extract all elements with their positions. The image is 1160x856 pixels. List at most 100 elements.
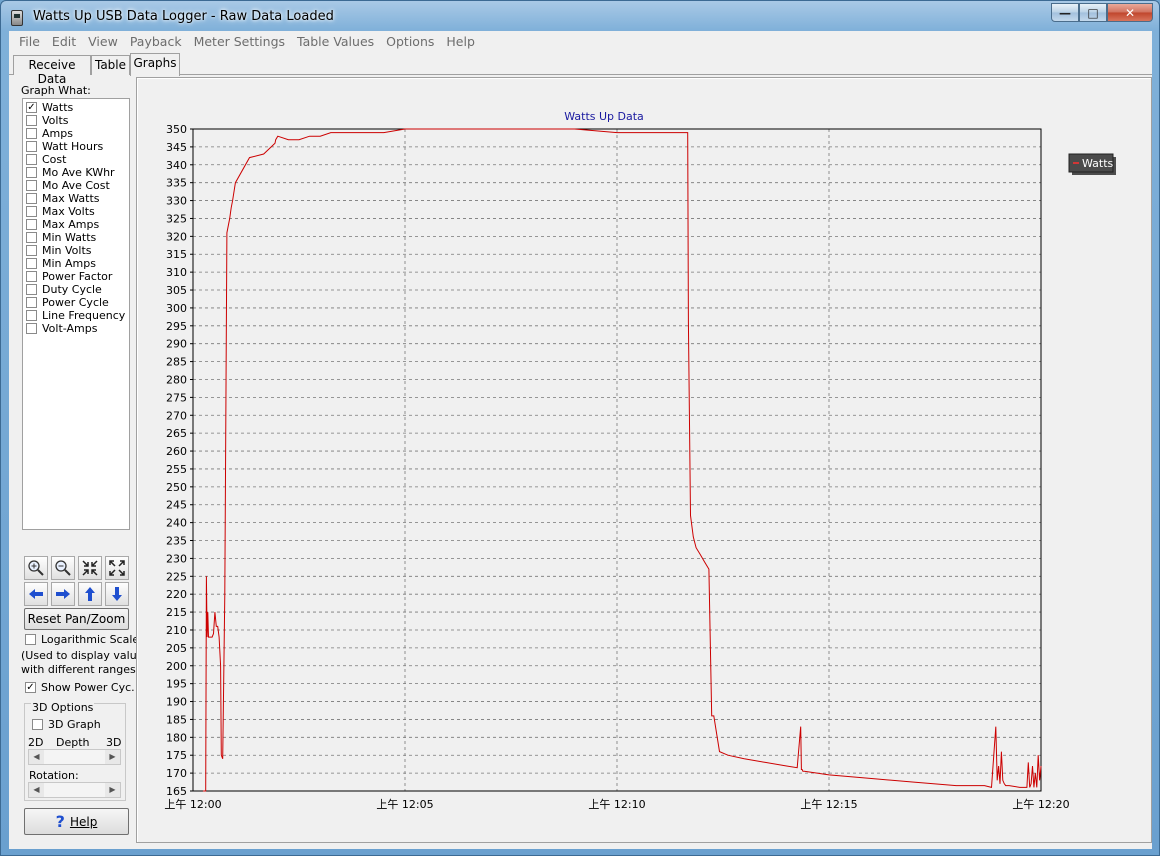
menu-meter-settings[interactable]: Meter Settings: [188, 31, 291, 53]
graph-option-max-amps[interactable]: Max Amps: [26, 218, 99, 231]
menu-edit[interactable]: Edit: [46, 31, 82, 53]
checkbox-icon[interactable]: [26, 245, 37, 256]
graph-option-watt-hours[interactable]: Watt Hours: [26, 140, 103, 153]
menu-table-values[interactable]: Table Values: [291, 31, 380, 53]
tab-table[interactable]: Table: [91, 55, 130, 75]
menu-options[interactable]: Options: [380, 31, 440, 53]
y-tick-label: 240: [166, 517, 187, 530]
help-button[interactable]: ? Help: [24, 808, 129, 835]
menu-help[interactable]: Help: [440, 31, 481, 53]
pan-left-button[interactable]: [24, 582, 48, 606]
scroll-left-icon[interactable]: ◀: [29, 750, 44, 764]
x-tick-label: 上午 12:05: [376, 798, 433, 811]
graph-option-label: Min Watts: [42, 231, 97, 244]
arrow-down-icon: [112, 587, 122, 601]
maximize-button[interactable]: □: [1079, 3, 1107, 22]
graph-option-duty-cycle[interactable]: Duty Cycle: [26, 283, 102, 296]
scroll-right-icon[interactable]: ▶: [105, 750, 120, 764]
app-icon[interactable]: [11, 10, 23, 26]
checkbox-icon[interactable]: [26, 115, 37, 126]
graph-option-label: Max Watts: [42, 192, 100, 205]
graph-option-min-watts[interactable]: Min Watts: [26, 231, 96, 244]
checkbox-icon[interactable]: [26, 323, 37, 334]
pan-up-button[interactable]: [78, 582, 102, 606]
checkbox-icon[interactable]: [26, 193, 37, 204]
graph-option-cost[interactable]: Cost: [26, 153, 66, 166]
graph-option-watts[interactable]: ✓ Watts: [26, 101, 73, 114]
checkbox-icon[interactable]: [26, 297, 37, 308]
tab-graphs[interactable]: Graphs: [130, 53, 180, 76]
graph-option-volt-amps[interactable]: Volt-Amps: [26, 322, 97, 335]
help-icon: ?: [55, 812, 65, 831]
checkbox-icon[interactable]: [26, 167, 37, 178]
checkbox-icon[interactable]: [26, 206, 37, 217]
graph-option-line-frequency[interactable]: Line Frequency: [26, 309, 125, 322]
minimize-button[interactable]: —: [1051, 3, 1079, 22]
logarithmic-scales-box[interactable]: [25, 634, 36, 645]
watts-chart[interactable]: Watts Up Data 165 170 175 180 185 190 195 200 20…: [137, 78, 1151, 842]
tab-receive-data[interactable]: Receive Data: [13, 55, 91, 86]
checkbox-icon[interactable]: [26, 232, 37, 243]
y-tick-label: 250: [166, 481, 187, 494]
depth-scrollbar[interactable]: ◀ ▶: [28, 749, 121, 765]
graph-option-min-amps[interactable]: Min Amps: [26, 257, 96, 270]
graph-option-power-factor[interactable]: Power Factor: [26, 270, 112, 283]
y-tick-label: 260: [166, 445, 187, 458]
depth-3d-label: 3D: [106, 736, 122, 749]
y-tick-label: 225: [166, 570, 187, 583]
3d-graph-checkbox[interactable]: 3D Graph: [32, 718, 101, 731]
y-tick-label: 330: [166, 195, 187, 208]
graph-what-list[interactable]: ✓ Watts Volts Amps Watt Hours Cost Mo Ave KWhr…: [22, 98, 130, 530]
shrink-button[interactable]: [78, 556, 102, 580]
scroll-right-icon[interactable]: ▶: [105, 783, 120, 797]
3d-graph-box[interactable]: [32, 719, 43, 730]
graph-option-min-volts[interactable]: Min Volts: [26, 244, 92, 257]
menu-payback[interactable]: Payback: [124, 31, 188, 53]
checkbox-icon[interactable]: [26, 271, 37, 282]
rotation-scrollbar[interactable]: ◀ ▶: [28, 782, 121, 798]
y-tick-label: 210: [166, 624, 187, 637]
logarithmic-scales-checkbox[interactable]: Logarithmic Scales: [25, 633, 145, 646]
tab-strip: Receive Data Table Graphs: [9, 53, 1152, 86]
shrink-icon: [82, 560, 98, 576]
graph-option-mo-ave-cost[interactable]: Mo Ave Cost: [26, 179, 110, 192]
zoom-out-icon: [55, 560, 71, 576]
chart-legend[interactable]: Watts: [1068, 153, 1116, 175]
graph-option-volts[interactable]: Volts: [26, 114, 69, 127]
y-tick-label: 235: [166, 535, 187, 548]
y-tick-label: 180: [166, 731, 187, 744]
y-tick-label: 215: [166, 606, 187, 619]
checkbox-icon[interactable]: ✓: [26, 102, 37, 113]
arrow-right-icon: [56, 589, 70, 599]
checkbox-icon[interactable]: [26, 141, 37, 152]
graph-option-mo-ave-kwhr[interactable]: Mo Ave KWhr: [26, 166, 115, 179]
checkbox-icon[interactable]: [26, 128, 37, 139]
show-power-cycle-checkbox[interactable]: ✓ Show Power Cyc.: [25, 681, 135, 694]
checkbox-icon[interactable]: [26, 219, 37, 230]
reset-pan-zoom-button[interactable]: Reset Pan/Zoom: [24, 608, 129, 630]
x-tick-label: 上午 12:20: [1012, 798, 1069, 811]
expand-button[interactable]: [105, 556, 129, 580]
checkbox-icon[interactable]: [26, 284, 37, 295]
graph-option-max-volts[interactable]: Max Volts: [26, 205, 95, 218]
menu-view[interactable]: View: [82, 31, 124, 53]
checkbox-icon[interactable]: [26, 258, 37, 269]
checkbox-icon[interactable]: [26, 310, 37, 321]
pan-down-button[interactable]: [105, 582, 129, 606]
graph-option-power-cycle[interactable]: Power Cycle: [26, 296, 109, 309]
log-scales-note-line1: (Used to display values: [21, 649, 150, 662]
graph-option-max-watts[interactable]: Max Watts: [26, 192, 100, 205]
checkbox-icon[interactable]: [26, 180, 37, 191]
graph-option-label: Watt Hours: [42, 140, 104, 153]
title-bar[interactable]: Watts Up USB Data Logger - Raw Data Load…: [1, 1, 1159, 33]
show-power-cycle-box[interactable]: ✓: [25, 682, 36, 693]
zoom-out-button[interactable]: [51, 556, 75, 580]
graph-option-amps[interactable]: Amps: [26, 127, 73, 140]
close-button[interactable]: ✕: [1107, 3, 1153, 22]
zoom-in-button[interactable]: [24, 556, 48, 580]
menu-file[interactable]: File: [13, 31, 46, 53]
scroll-left-icon[interactable]: ◀: [29, 783, 44, 797]
checkbox-icon[interactable]: [26, 154, 37, 165]
y-tick-label: 335: [166, 177, 187, 190]
pan-right-button[interactable]: [51, 582, 75, 606]
